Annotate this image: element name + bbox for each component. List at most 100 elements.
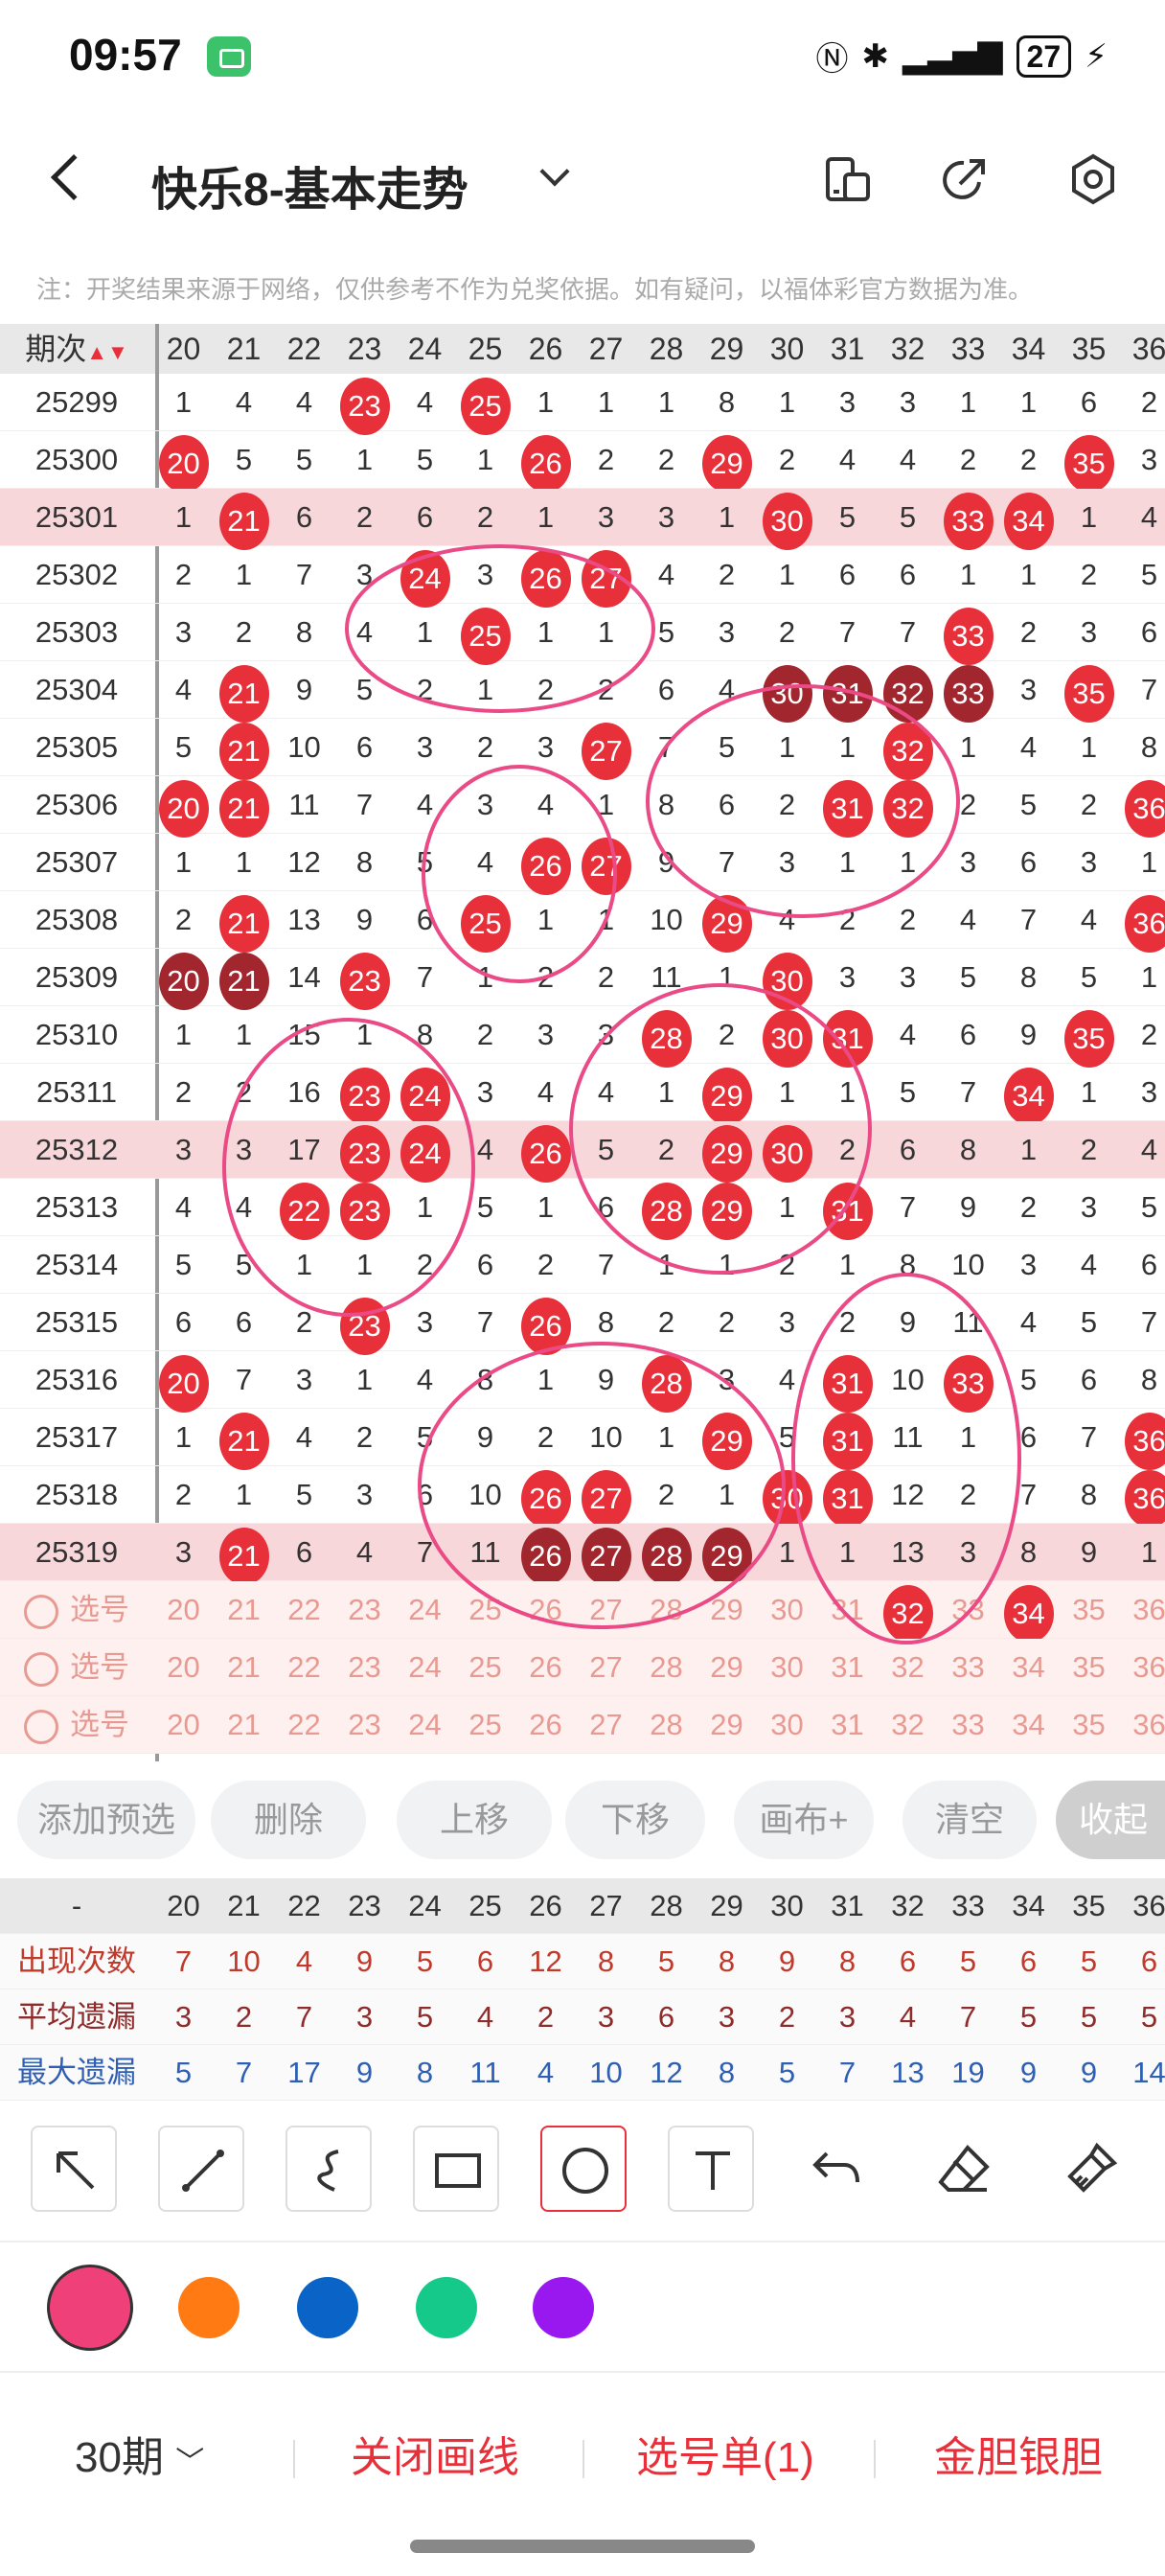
issue-column-header[interactable]: 期次▲▼ [0, 324, 153, 374]
table-row[interactable]: 25306 20 21 11 7 4 3 4 1 8 6 2 31 32 2 5 2 36 [0, 776, 1165, 838]
select-cell[interactable]: 35 [1059, 1696, 1119, 1754]
select-cell[interactable]: 34 [998, 1639, 1059, 1696]
select-cell[interactable]: 23 [334, 1581, 395, 1639]
home-indicator[interactable] [410, 2540, 755, 2553]
select-cell[interactable]: 24 [395, 1639, 455, 1696]
table-row[interactable]: 25318 2 1 5 3 6 10 26 27 2 1 30 31 12 2 7 8 36 [0, 1466, 1165, 1528]
select-cell[interactable]: 25 [455, 1696, 515, 1754]
select-cell[interactable]: 26 [515, 1581, 576, 1639]
select-cell[interactable]: 28 [636, 1639, 697, 1696]
select-cell[interactable]: 22 [274, 1696, 334, 1754]
select-cell[interactable]: 28 [636, 1581, 697, 1639]
select-cell[interactable]: 33 [938, 1639, 998, 1696]
select-cell[interactable]: 35 [1059, 1639, 1119, 1696]
select-cell[interactable]: 35 [1059, 1581, 1119, 1639]
close-drawing-button[interactable]: 关闭画线 [351, 2423, 519, 2484]
eraser-icon[interactable] [935, 2140, 993, 2197]
table-row[interactable]: 25309 20 21 14 23 7 1 2 2 11 1 30 3 3 5 8 5 1 [0, 949, 1165, 1010]
select-cell[interactable]: 22 [274, 1639, 334, 1696]
selection-row[interactable]: 选号 20 21 22 23 24 25 26 27 28 29 30 31 32 33 34 35 36 [0, 1639, 1165, 1696]
select-cell[interactable]: 22 [274, 1581, 334, 1639]
table-row[interactable]: 25300 20 5 5 1 5 1 26 2 2 29 2 4 4 2 2 35 3 [0, 431, 1165, 493]
select-cell[interactable]: 24 [395, 1696, 455, 1754]
page-title[interactable]: 快乐8-基本走势 [151, 151, 468, 218]
select-cell[interactable]: 24 [395, 1581, 455, 1639]
tool-button-1[interactable]: 删除 [211, 1781, 366, 1859]
gold-silver-button[interactable]: 金胆银胆 [934, 2423, 1103, 2484]
select-cell[interactable]: 34 [998, 1581, 1059, 1643]
select-cell[interactable]: 28 [636, 1696, 697, 1754]
table-row[interactable]: 25312 3 3 17 23 24 4 26 5 2 29 30 2 6 8 1 2 4 [0, 1121, 1165, 1183]
select-cell[interactable]: 21 [214, 1696, 274, 1754]
select-cell[interactable]: 30 [757, 1581, 817, 1639]
period-selector[interactable]: 30期 ﹀ [75, 2423, 204, 2484]
select-cell[interactable]: 25 [455, 1581, 515, 1639]
table-row[interactable]: 25299 1 4 4 23 4 25 1 1 1 8 1 3 3 1 1 6 2 [0, 374, 1165, 435]
select-cell[interactable]: 20 [153, 1581, 214, 1639]
select-cell[interactable]: 33 [938, 1581, 998, 1639]
selected-number-ball[interactable]: 32 [882, 1585, 933, 1643]
select-cell[interactable]: 32 [878, 1639, 938, 1696]
back-arrow-icon[interactable] [50, 153, 98, 201]
table-row[interactable]: 25303 3 2 8 4 1 25 1 1 5 3 2 7 7 33 2 3 6 [0, 604, 1165, 665]
table-row[interactable]: 25301 1 21 6 2 6 2 1 3 3 1 30 5 5 33 34 1 4 [0, 489, 1165, 550]
select-cell[interactable]: 26 [515, 1639, 576, 1696]
curve-tool-button[interactable] [286, 2126, 372, 2212]
select-cell[interactable]: 36 [1119, 1639, 1165, 1696]
select-cell[interactable]: 30 [757, 1639, 817, 1696]
tool-button-4[interactable]: 画布+ [734, 1781, 874, 1859]
selection-row[interactable]: 选号 20 21 22 23 24 25 26 27 28 29 30 31 32 33 34 35 36 [0, 1581, 1165, 1643]
radio-icon[interactable] [24, 1709, 58, 1744]
text-tool-button[interactable] [668, 2126, 754, 2212]
color-swatch-0[interactable] [47, 2265, 133, 2351]
select-cell[interactable]: 32 [878, 1696, 938, 1754]
select-cell[interactable]: 21 [214, 1581, 274, 1639]
clear-brush-icon[interactable] [1062, 2140, 1120, 2197]
rectangle-tool-button[interactable] [413, 2126, 499, 2212]
table-row[interactable]: 25310 1 1 15 1 8 2 3 3 28 2 30 31 4 6 9 35 2 [0, 1006, 1165, 1068]
device-switch-icon[interactable] [822, 153, 874, 205]
tool-button-5[interactable]: 清空 [902, 1781, 1037, 1859]
select-cell[interactable]: 21 [214, 1639, 274, 1696]
chevron-down-icon[interactable] [539, 156, 570, 187]
color-swatch-3[interactable] [416, 2277, 477, 2338]
select-cell[interactable]: 30 [757, 1696, 817, 1754]
table-row[interactable]: 25313 4 4 22 23 1 5 1 6 28 29 1 31 7 9 2 3 5 [0, 1179, 1165, 1240]
ticket-list-button[interactable]: 选号单(1) [636, 2423, 814, 2484]
select-cell[interactable]: 25 [455, 1639, 515, 1696]
settings-icon[interactable] [1067, 153, 1119, 205]
color-swatch-2[interactable] [297, 2277, 358, 2338]
selection-row[interactable]: 选号 20 21 22 23 24 25 26 27 28 29 30 31 32 33 34 35 36 [0, 1696, 1165, 1754]
select-cell[interactable]: 23 [334, 1696, 395, 1754]
select-cell[interactable]: 26 [515, 1696, 576, 1754]
share-icon[interactable] [941, 153, 993, 205]
tool-button-2[interactable]: 上移 [397, 1781, 552, 1859]
select-cell[interactable]: 20 [153, 1639, 214, 1696]
table-row[interactable]: 25302 2 1 7 3 24 3 26 27 4 2 1 6 6 1 1 2 5 [0, 546, 1165, 608]
select-cell[interactable]: 33 [938, 1696, 998, 1754]
select-cell[interactable]: 36 [1119, 1581, 1165, 1639]
trend-grid[interactable]: 期次▲▼ 20 21 22 23 24 25 26 27 28 29 30 31 32 33 34 35 36 … [0, 324, 1165, 1763]
table-row[interactable]: 25307 1 1 12 8 5 4 26 27 9 7 3 1 1 3 6 3 1 [0, 834, 1165, 895]
table-row[interactable]: 25317 1 21 4 2 5 9 2 10 1 29 5 31 11 1 6 7 36 [0, 1409, 1165, 1470]
table-row[interactable]: 25314 5 5 1 1 2 6 2 7 1 1 2 1 8 10 3 4 6 [0, 1236, 1165, 1294]
tool-button-0[interactable]: 添加预选 [17, 1781, 195, 1859]
table-row[interactable]: 25316 20 7 3 1 4 8 1 9 28 3 4 31 10 33 5 6 8 [0, 1351, 1165, 1413]
select-cell[interactable]: 36 [1119, 1696, 1165, 1754]
select-label[interactable]: 选号 [0, 1639, 153, 1696]
select-label[interactable]: 选号 [0, 1581, 153, 1639]
table-row[interactable]: 25308 2 21 13 9 6 25 1 1 10 29 4 2 2 4 7 4 36 [0, 891, 1165, 953]
select-cell[interactable]: 27 [576, 1639, 636, 1696]
table-row[interactable]: 25304 4 21 9 5 2 1 2 2 6 4 30 31 32 33 3 35 7 [0, 661, 1165, 723]
arrow-tool-button[interactable] [31, 2126, 117, 2212]
radio-icon[interactable] [24, 1594, 58, 1629]
table-row[interactable]: 25319 3 21 6 4 7 11 26 27 28 29 1 1 13 3 8 9 1 [0, 1524, 1165, 1585]
select-cell[interactable]: 27 [576, 1581, 636, 1639]
radio-icon[interactable] [24, 1651, 58, 1687]
select-cell[interactable]: 23 [334, 1639, 395, 1696]
circle-tool-button[interactable] [540, 2126, 627, 2212]
select-label[interactable]: 选号 [0, 1696, 153, 1754]
select-cell[interactable]: 29 [697, 1696, 757, 1754]
color-swatch-1[interactable] [178, 2277, 240, 2338]
select-cell[interactable]: 31 [817, 1581, 878, 1639]
